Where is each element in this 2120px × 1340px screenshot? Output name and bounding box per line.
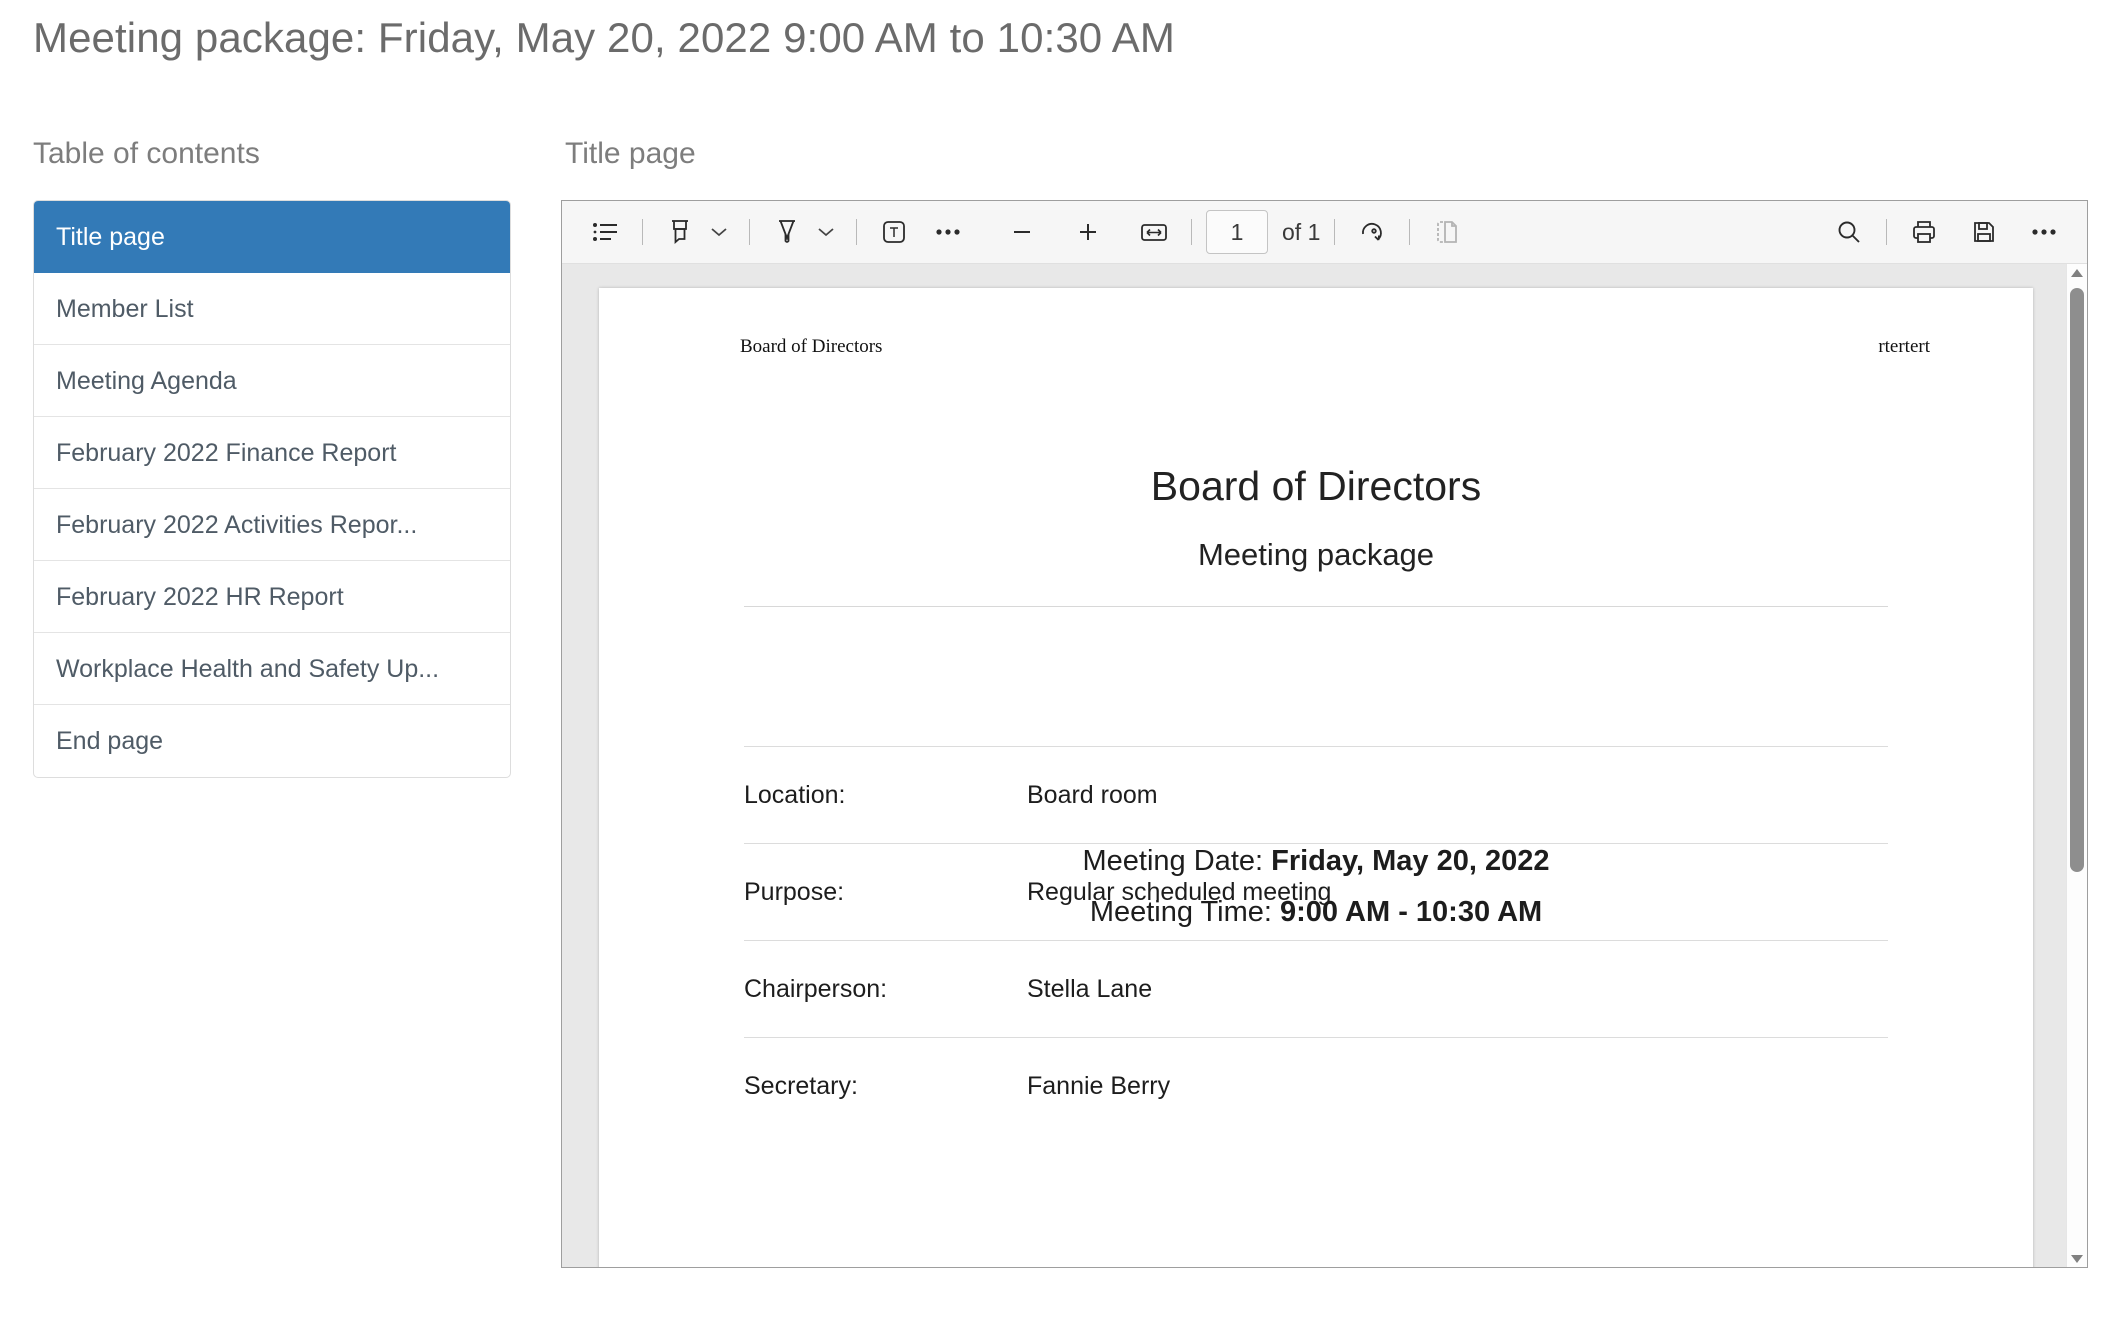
row-value-purpose: Regular scheduled meeting <box>1027 877 1332 906</box>
scrollbar-thumb[interactable] <box>2070 288 2084 872</box>
page-number-input[interactable] <box>1206 210 1268 254</box>
toc-item-february-2022-hr-report[interactable]: February 2022 HR Report <box>34 561 510 633</box>
toolbar-separator <box>1334 219 1336 245</box>
row-value-location: Board room <box>1027 780 1158 809</box>
highlighter-chevron-down-icon[interactable] <box>703 209 735 255</box>
print-icon[interactable] <box>1901 209 1947 255</box>
toolbar-separator <box>642 219 643 245</box>
pdf-document-page: Board of Directors rtertert Board of Dir… <box>599 288 2033 1267</box>
document-divider <box>744 606 1888 607</box>
rotate-icon[interactable] <box>1349 209 1395 255</box>
table-of-contents-list: Title page Member List Meeting Agenda Fe… <box>33 200 511 778</box>
outline-icon[interactable] <box>582 209 628 255</box>
toolbar-separator <box>1409 219 1411 245</box>
row-label-purpose: Purpose: <box>744 877 845 906</box>
toolbar-separator <box>856 219 857 245</box>
table-row: Chairperson: Stella Lane <box>744 940 1888 1037</box>
more-annotation-tools-icon[interactable] <box>925 209 971 255</box>
document-subtitle: Meeting package <box>1197 537 1435 572</box>
document-running-header: Board of Directors rtertert <box>740 336 1930 358</box>
toc-item-end-page[interactable]: End page <box>34 705 510 777</box>
page-title: Meeting package: Friday, May 20, 2022 9:… <box>33 14 1175 61</box>
pdf-page-area: Board of Directors rtertert Board of Dir… <box>562 264 2066 1267</box>
row-label-location: Location: <box>744 780 846 809</box>
row-label-secretary: Secretary: <box>744 1071 858 1100</box>
save-icon[interactable] <box>1961 209 2007 255</box>
text-annotation-icon[interactable] <box>871 209 917 255</box>
document-title: Board of Directors <box>1150 463 1482 509</box>
toc-item-february-2022-finance-report[interactable]: February 2022 Finance Report <box>34 417 510 489</box>
viewer-heading: Title page <box>565 137 696 170</box>
row-label-chairperson: Chairperson: <box>744 974 888 1003</box>
toolbar-separator <box>1191 219 1192 245</box>
page-count-label: of 1 <box>1282 218 1321 245</box>
toc-item-member-list[interactable]: Member List <box>34 273 510 345</box>
scroll-down-arrow-icon[interactable] <box>2067 1250 2087 1267</box>
row-value-chairperson: Stella Lane <box>1027 974 1153 1003</box>
table-row: Secretary: Fannie Berry <box>744 1037 1888 1134</box>
toc-item-february-2022-activities-report[interactable]: February 2022 Activities Repor... <box>34 489 510 561</box>
pdf-viewer: of 1 <box>561 200 2088 1268</box>
dual-page-view-icon[interactable] <box>1424 209 1470 255</box>
toolbar-separator <box>749 219 750 245</box>
toc-item-meeting-agenda[interactable]: Meeting Agenda <box>34 345 510 417</box>
pen-chevron-down-icon[interactable] <box>810 209 842 255</box>
fit-width-icon[interactable] <box>1131 209 1177 255</box>
toc-item-workplace-health-and-safety-update[interactable]: Workplace Health and Safety Up... <box>34 633 510 705</box>
table-row: Purpose: Regular scheduled meeting <box>744 843 1888 940</box>
more-options-icon[interactable] <box>2021 209 2067 255</box>
meeting-details-table: Location: Board room Purpose: Regular sc… <box>744 746 1888 1134</box>
vertical-scrollbar[interactable] <box>2066 264 2087 1267</box>
zoom-in-icon[interactable] <box>1065 209 1111 255</box>
pen-icon[interactable] <box>764 209 810 255</box>
document-header-left: Board of Directors <box>740 336 883 357</box>
row-value-secretary: Fannie Berry <box>1027 1071 1171 1100</box>
highlighter-icon[interactable] <box>657 209 703 255</box>
table-row: Location: Board room <box>744 746 1888 843</box>
table-of-contents-heading: Table of contents <box>33 137 260 170</box>
search-icon[interactable] <box>1826 209 1872 255</box>
zoom-out-icon[interactable] <box>999 209 1045 255</box>
scroll-up-arrow-icon[interactable] <box>2067 264 2087 281</box>
document-header-right: rtertert <box>1878 336 1930 357</box>
toc-item-title-page[interactable]: Title page <box>34 201 510 273</box>
toolbar-separator <box>1886 219 1887 245</box>
pdf-toolbar: of 1 <box>562 201 2087 264</box>
